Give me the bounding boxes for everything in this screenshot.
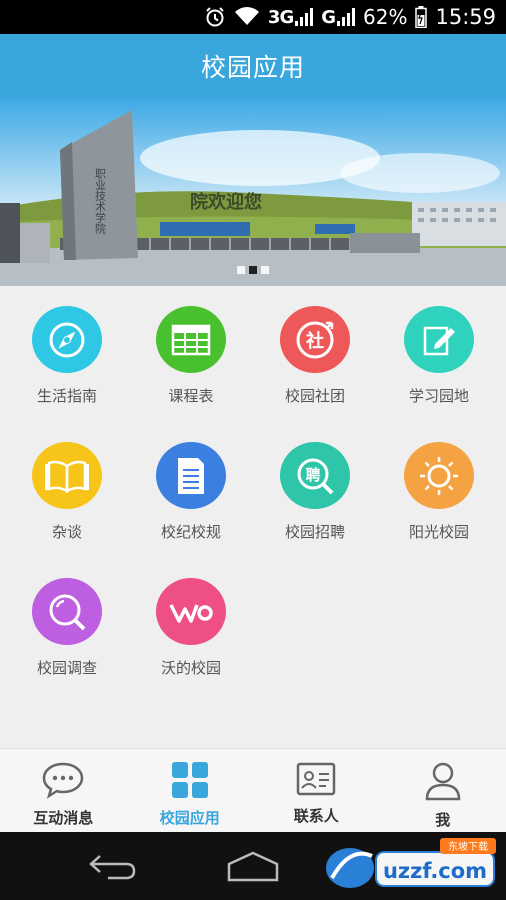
battery-icon bbox=[415, 6, 428, 28]
app-life-guide[interactable]: 生活指南 bbox=[4, 286, 130, 406]
carousel-dot[interactable] bbox=[261, 266, 269, 274]
monument-text: 职业技术学院 bbox=[94, 168, 107, 234]
app-label: 校园招聘 bbox=[284, 523, 345, 541]
app-school-rules[interactable]: 校纪校规 bbox=[128, 422, 254, 542]
club-icon: 社 bbox=[280, 306, 350, 373]
carousel-dot-active[interactable] bbox=[249, 266, 257, 274]
page-title: 校园应用 bbox=[200, 53, 305, 82]
banner-carousel[interactable]: 院欢迎您 职业技术学院 bbox=[0, 98, 506, 286]
back-icon[interactable] bbox=[88, 852, 138, 884]
app-label: 杂谈 bbox=[51, 523, 82, 541]
tab-label: 联系人 bbox=[293, 807, 339, 825]
carousel-indicator bbox=[0, 266, 506, 274]
tab-contacts[interactable]: 联系人 bbox=[253, 749, 380, 832]
app-campus-recruit[interactable]: 聘 校园招聘 bbox=[252, 422, 378, 542]
app-campus-survey[interactable]: 校园调查 bbox=[4, 558, 130, 678]
site-watermark: uzzf.com 东坡下载 bbox=[320, 836, 500, 894]
edit-note-icon bbox=[404, 306, 474, 373]
apps-grid-icon bbox=[171, 761, 209, 803]
bottom-tab-bar: 互动消息 校园应用 联系人 我 bbox=[0, 748, 506, 832]
app-label: 校园调查 bbox=[36, 659, 97, 677]
battery-percent: 62% bbox=[363, 5, 408, 29]
system-nav-bar: uzzf.com 东坡下载 bbox=[0, 832, 506, 900]
carousel-dot[interactable] bbox=[237, 266, 245, 274]
network-g-label: G bbox=[321, 6, 336, 28]
club-glyph: 社 bbox=[306, 330, 324, 352]
tab-label: 校园应用 bbox=[159, 809, 220, 827]
book-icon bbox=[32, 442, 102, 509]
app-study-garden[interactable]: 学习园地 bbox=[376, 286, 502, 406]
magnifier-icon bbox=[32, 578, 102, 645]
app-label: 学习园地 bbox=[408, 387, 469, 405]
hill-sign-text: 院欢迎您 bbox=[190, 191, 262, 213]
app-label: 沃的校园 bbox=[160, 659, 221, 677]
tab-label: 互动消息 bbox=[33, 809, 94, 827]
network-3g-label: 3G bbox=[267, 6, 294, 28]
app-grid: 生活指南 课程表 社 校园社团 学习园地 杂谈 校纪校规 聘 校园招聘 阳光校园… bbox=[0, 286, 506, 748]
tab-messages[interactable]: 互动消息 bbox=[0, 749, 127, 832]
compass-icon bbox=[32, 306, 102, 373]
app-label: 校园社团 bbox=[284, 387, 345, 405]
tab-me[interactable]: 我 bbox=[380, 749, 506, 832]
wifi-icon bbox=[234, 7, 260, 27]
recruit-icon: 聘 bbox=[280, 442, 350, 509]
app-label: 校纪校规 bbox=[160, 523, 221, 541]
signal-g-icon: G bbox=[321, 6, 356, 28]
app-wo-campus[interactable]: 沃的校园 bbox=[128, 558, 254, 678]
clock: 15:59 bbox=[435, 5, 496, 29]
app-sunshine-campus[interactable]: 阳光校园 bbox=[376, 422, 502, 542]
chat-icon bbox=[41, 761, 85, 803]
table-icon bbox=[156, 306, 226, 373]
sun-icon bbox=[404, 442, 474, 509]
app-campus-club[interactable]: 社 校园社团 bbox=[252, 286, 378, 406]
app-label: 生活指南 bbox=[36, 387, 97, 405]
recruit-glyph: 聘 bbox=[305, 466, 320, 484]
signal-3g-icon: 3G bbox=[267, 6, 314, 28]
alarm-icon bbox=[204, 6, 226, 28]
uzzf-logo-icon: uzzf.com 东坡下载 bbox=[326, 838, 496, 888]
document-icon bbox=[156, 442, 226, 509]
app-timetable[interactable]: 课程表 bbox=[128, 286, 254, 406]
contact-card-icon bbox=[296, 761, 336, 801]
title-bar: 校园应用 bbox=[0, 34, 506, 98]
tab-campus-apps[interactable]: 校园应用 bbox=[127, 749, 254, 832]
status-bar: 3G G 62% 15:59 bbox=[0, 0, 506, 34]
app-label: 阳光校园 bbox=[408, 523, 469, 541]
tab-label: 我 bbox=[435, 811, 451, 829]
app-label: 课程表 bbox=[168, 387, 214, 405]
watermark-subtext: 东坡下载 bbox=[448, 840, 488, 853]
wo-logo-icon bbox=[156, 578, 226, 645]
watermark-text: uzzf.com bbox=[383, 859, 487, 883]
person-icon bbox=[424, 761, 462, 805]
home-icon[interactable] bbox=[226, 850, 280, 886]
app-chat-talk[interactable]: 杂谈 bbox=[4, 422, 130, 542]
campus-gate-image: 院欢迎您 职业技术学院 bbox=[0, 98, 506, 286]
